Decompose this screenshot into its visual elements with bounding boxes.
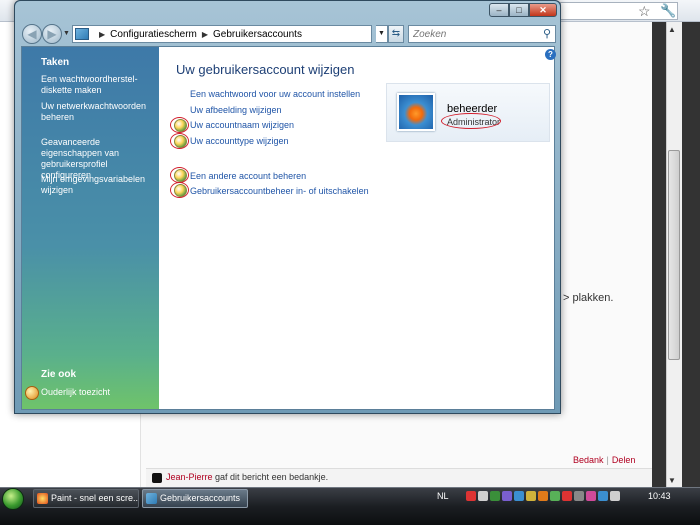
system-tray	[466, 491, 636, 503]
manage-other-account-link[interactable]: Een andere account beheren	[190, 171, 306, 181]
tray-icon[interactable]	[538, 491, 548, 501]
tray-icon[interactable]	[514, 491, 524, 501]
tray-icon[interactable]	[550, 491, 560, 501]
set-password-link[interactable]: Een wachtwoord voor uw account instellen	[190, 89, 360, 99]
thanks-bar: Jean-Pierre gaf dit bericht een bedankje…	[146, 468, 652, 487]
breadcrumb-arrow-icon[interactable]: ▶	[99, 30, 105, 39]
search-box[interactable]: ⚲	[408, 25, 556, 43]
red-annotation-circle	[170, 133, 189, 149]
task-link-network-passwords[interactable]: Uw netwerkwachtwoorden beheren	[41, 101, 157, 123]
breadcrumb-user-accounts[interactable]: Gebruikersaccounts	[213, 29, 302, 40]
taskbar-button-paint[interactable]: Paint - snel een scre...	[33, 489, 139, 508]
search-input[interactable]	[409, 26, 533, 42]
post-actions: Bedank | Delen	[573, 455, 635, 465]
tray-icon[interactable]	[574, 491, 584, 501]
parental-controls-icon	[25, 386, 39, 400]
paste-instruction-text: > plakken.	[563, 292, 614, 304]
control-panel-icon	[75, 28, 89, 40]
clock[interactable]: 10:43	[648, 491, 671, 501]
task-link-password-reset-disk[interactable]: Een wachtwoordherstel­diskette maken	[41, 74, 157, 96]
scroll-up-arrow-icon[interactable]: ▲	[668, 25, 676, 34]
user-accounts-window: – □ ✕ ◀ ▶ ▼ ▶ Configuratiescherm ▶ Gebru…	[14, 0, 561, 414]
user-accounts-icon	[146, 493, 157, 504]
search-icon[interactable]: ⚲	[543, 27, 551, 40]
taskbar-button-user-accounts[interactable]: Gebruikersaccounts	[142, 489, 248, 508]
wrench-icon[interactable]: 🔧	[660, 3, 676, 19]
address-dropdown-icon[interactable]: ▼	[376, 25, 388, 43]
tasks-title: Taken	[41, 57, 70, 68]
change-picture-link[interactable]: Uw afbeelding wijzigen	[190, 105, 282, 115]
scrollbar-thumb[interactable]	[668, 150, 680, 360]
breadcrumb-arrow-icon[interactable]: ▶	[202, 30, 208, 39]
taskbar-button-label: Paint - snel een scre...	[51, 493, 139, 503]
close-button[interactable]: ✕	[529, 3, 557, 17]
thanks-text: gaf dit bericht een bedankje.	[212, 472, 329, 482]
content-area: Taken Een wachtwoordherstel­diskette mak…	[21, 46, 556, 410]
toggle-uac-link[interactable]: Gebruikersaccountbeheer in- of uitschake…	[190, 186, 369, 196]
recent-pages-dropdown-icon[interactable]: ▼	[63, 30, 70, 37]
see-also-title: Zie ook	[41, 369, 77, 380]
task-link-environment-variables[interactable]: Mijn omgevingsvariabelen wijzigen	[41, 174, 157, 196]
start-button[interactable]	[2, 488, 24, 510]
tray-icon[interactable]	[586, 491, 596, 501]
scroll-down-arrow-icon[interactable]: ▼	[668, 476, 676, 485]
parental-controls-link[interactable]: Ouderlijk toezicht	[41, 387, 110, 397]
thumbs-up-icon	[152, 472, 162, 483]
maximize-button[interactable]: □	[509, 3, 529, 17]
user-account-card: beheerder Administrator	[386, 83, 550, 142]
caption-buttons: – □ ✕	[489, 3, 557, 17]
user-avatar	[397, 93, 435, 131]
tray-icon[interactable]	[502, 491, 512, 501]
red-annotation-circle	[441, 113, 501, 129]
refresh-icon[interactable]: ⇆	[388, 25, 404, 43]
volume-icon[interactable]	[610, 491, 620, 501]
thanks-user-link[interactable]: Jean-Pierre	[166, 472, 213, 482]
language-indicator[interactable]: NL	[437, 491, 449, 501]
page-title: Uw gebruikersaccount wijzigen	[176, 62, 355, 77]
red-annotation-circle	[170, 182, 189, 198]
bookmark-star-icon[interactable]: ☆	[638, 3, 651, 20]
bedank-link[interactable]: Bedank	[573, 455, 604, 465]
network-icon[interactable]	[598, 491, 608, 501]
breadcrumb-control-panel[interactable]: Configuratiescherm	[110, 29, 197, 40]
link-separator: |	[606, 455, 609, 465]
page-side-margin	[652, 22, 666, 487]
red-annotation-circle	[170, 167, 189, 183]
help-icon[interactable]: ?	[545, 49, 556, 60]
change-account-name-link[interactable]: Uw accountnaam wijzigen	[190, 120, 294, 130]
address-bar[interactable]: ▶ Configuratiescherm ▶ Gebruikersaccount…	[72, 25, 372, 43]
tray-icon[interactable]	[466, 491, 476, 501]
change-account-type-link[interactable]: Uw accounttype wijzigen	[190, 136, 289, 146]
red-annotation-circle	[170, 117, 189, 133]
minimize-button[interactable]: –	[489, 3, 509, 17]
taskbar-button-label: Gebruikersaccounts	[160, 493, 241, 503]
page-right-margin	[682, 22, 700, 487]
tray-icon[interactable]	[562, 491, 572, 501]
tray-icon[interactable]	[526, 491, 536, 501]
delen-link[interactable]: Delen	[612, 455, 636, 465]
tasks-pane: Taken Een wachtwoordherstel­diskette mak…	[22, 47, 159, 409]
tray-icon[interactable]	[478, 491, 488, 501]
browser-icon	[37, 493, 48, 504]
forward-button[interactable]: ▶	[42, 24, 62, 44]
tray-icon[interactable]	[490, 491, 500, 501]
back-button[interactable]: ◀	[22, 24, 42, 44]
